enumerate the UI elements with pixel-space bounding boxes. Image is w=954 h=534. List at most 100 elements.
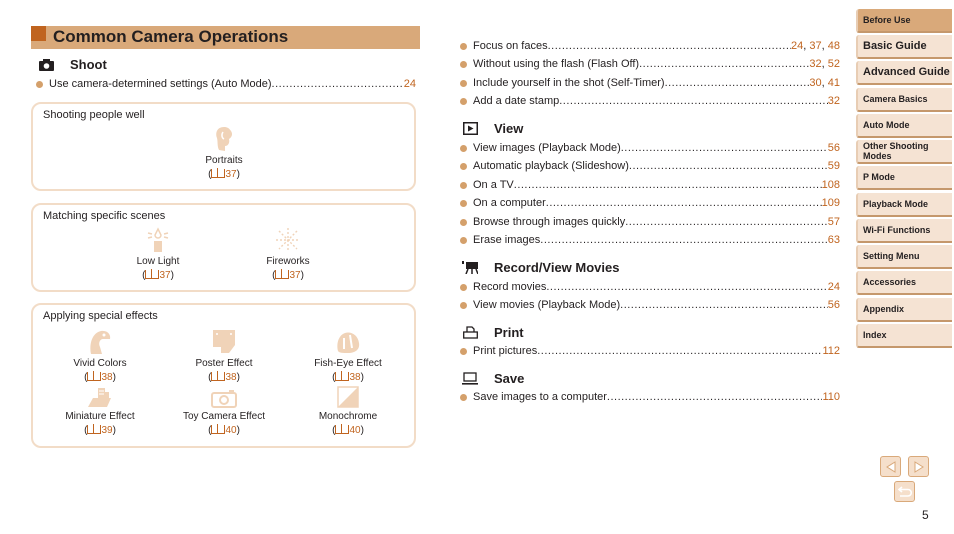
page-link[interactable]: 37: [809, 40, 821, 52]
section-title: Print: [494, 325, 524, 340]
mode-cell[interactable]: Low Light (37): [93, 225, 223, 281]
toc-item[interactable]: Focus on faces 24, 37, 48: [460, 40, 840, 52]
box-title: Matching specific scenes: [43, 210, 166, 222]
leader-dots: [639, 58, 809, 70]
sidebar-tab-advanced-guide[interactable]: Advanced Guide: [856, 61, 952, 85]
page-link[interactable]: 24: [404, 78, 416, 90]
toc-item[interactable]: On a computer 109: [460, 197, 840, 209]
page-ref[interactable]: (37): [159, 168, 289, 180]
sidebar-tab-basic-guide[interactable]: Basic Guide: [856, 35, 952, 59]
page-link[interactable]: 63: [828, 234, 840, 246]
bullet-icon: [460, 162, 467, 170]
toc-item[interactable]: View movies (Playback Mode) 56: [460, 299, 840, 311]
page-refs[interactable]: 110: [822, 391, 840, 403]
page-refs[interactable]: 56: [828, 142, 840, 154]
toc-item[interactable]: Browse through images quickly 57: [460, 216, 840, 228]
page-ref[interactable]: (40): [159, 424, 289, 436]
mode-cell[interactable]: Monochrome (40): [283, 386, 413, 436]
page-link[interactable]: 59: [828, 160, 840, 172]
page-refs[interactable]: 108: [822, 179, 840, 191]
page-refs[interactable]: 24, 37, 48: [791, 40, 840, 52]
sidebar-tab-other-shooting-modes[interactable]: Other Shooting Modes: [856, 140, 952, 164]
page-ref[interactable]: (38): [35, 371, 165, 383]
toc-item[interactable]: Use camera-determined settings (Auto Mod…: [36, 78, 416, 90]
page-ref[interactable]: (37): [93, 269, 223, 281]
bullet-icon: [460, 283, 467, 291]
page-refs[interactable]: 32: [828, 95, 840, 107]
page-refs[interactable]: 112: [822, 345, 840, 357]
page-link[interactable]: 32: [828, 95, 840, 107]
toc-item[interactable]: Include yourself in the shot (Self-Timer…: [460, 77, 840, 89]
leader-dots: [548, 40, 791, 52]
page-refs[interactable]: 109: [822, 197, 840, 209]
page-ref[interactable]: (38): [159, 371, 289, 383]
page-link[interactable]: 41: [828, 77, 840, 89]
toc-item[interactable]: View images (Playback Mode) 56: [460, 142, 840, 154]
page-link[interactable]: 56: [828, 299, 840, 311]
sidebar-tab-wi-fi-functions[interactable]: Wi-Fi Functions: [856, 219, 952, 243]
toc-item[interactable]: Automatic playback (Slideshow) 59: [460, 160, 840, 172]
sidebar-tab-p-mode[interactable]: P Mode: [856, 166, 952, 190]
sidebar-tab-index[interactable]: Index: [856, 324, 952, 348]
page-link[interactable]: 24: [828, 281, 840, 293]
page-refs[interactable]: 63: [828, 234, 840, 246]
page-refs[interactable]: 24: [828, 281, 840, 293]
toc-item[interactable]: Save images to a computer 110: [460, 391, 840, 403]
sidebar-tab-before-use[interactable]: Before Use: [856, 9, 952, 33]
mode-cell[interactable]: Toy Camera Effect (40): [159, 386, 289, 436]
page-refs[interactable]: 56: [828, 299, 840, 311]
movie-camera-icon: [462, 261, 478, 275]
page-link[interactable]: 57: [828, 216, 840, 228]
bullet-icon: [460, 97, 467, 105]
mode-cell[interactable]: Poster Effect (38): [159, 327, 289, 383]
toc-item[interactable]: On a TV 108: [460, 179, 840, 191]
sidebar-tab-playback-mode[interactable]: Playback Mode: [856, 193, 952, 217]
mode-label: Poster Effect: [195, 358, 253, 369]
toc-item[interactable]: Record movies 24: [460, 281, 840, 293]
page-link[interactable]: 56: [828, 142, 840, 154]
page-refs[interactable]: 59: [828, 160, 840, 172]
page-refs[interactable]: 30, 41: [809, 77, 840, 89]
mode-cell[interactable]: Vivid Colors (38): [35, 327, 165, 383]
page-refs[interactable]: 57: [828, 216, 840, 228]
return-button[interactable]: [894, 481, 915, 502]
mode-cell[interactable]: Fireworks (37): [223, 225, 353, 281]
sidebar-tab-appendix[interactable]: Appendix: [856, 298, 952, 322]
sidebar-tab-auto-mode[interactable]: Auto Mode: [856, 114, 952, 138]
item-label: Without using the flash (Flash Off): [473, 58, 640, 70]
title-marker: [31, 26, 46, 41]
prev-page-button[interactable]: [880, 456, 901, 477]
mode-cell[interactable]: Miniature Effect (39): [35, 386, 165, 436]
item-label: Save images to a computer: [473, 391, 607, 403]
toc-item[interactable]: Add a date stamp 32: [460, 95, 840, 107]
page-ref[interactable]: (40): [283, 424, 413, 436]
page-refs[interactable]: 24: [404, 78, 416, 90]
toc-item[interactable]: Print pictures 112: [460, 345, 840, 357]
item-label: Erase images: [473, 234, 541, 246]
sidebar-tab-setting-menu[interactable]: Setting Menu: [856, 245, 952, 269]
sidebar-tab-accessories[interactable]: Accessories: [856, 271, 952, 295]
page-ref[interactable]: (39): [35, 424, 165, 436]
page-ref[interactable]: (38): [283, 371, 413, 383]
page-link[interactable]: 110: [822, 391, 840, 403]
page-link[interactable]: 24: [791, 40, 803, 52]
page-link[interactable]: 108: [822, 179, 840, 191]
item-label: View movies (Playback Mode): [473, 299, 621, 311]
mode-cell[interactable]: Fish-Eye Effect (38): [283, 327, 413, 383]
mode-label: Portraits: [205, 155, 243, 166]
toc-item[interactable]: Erase images 63: [460, 234, 840, 246]
page-link[interactable]: 112: [822, 345, 840, 357]
next-page-button[interactable]: [908, 456, 929, 477]
sidebar-tab-camera-basics[interactable]: Camera Basics: [856, 88, 952, 112]
page-link[interactable]: 30: [809, 77, 821, 89]
toc-item[interactable]: Without using the flash (Flash Off) 32, 5…: [460, 58, 840, 70]
page-link[interactable]: 109: [822, 197, 840, 209]
page-link[interactable]: 32: [809, 58, 821, 70]
page-link[interactable]: 52: [828, 58, 840, 70]
page-refs[interactable]: 32, 52: [809, 58, 840, 70]
mode-cell[interactable]: Portraits (37): [159, 124, 289, 180]
page-link[interactable]: 48: [828, 40, 840, 52]
return-icon: [897, 485, 912, 497]
page-ref[interactable]: (37): [223, 269, 353, 281]
mode-label: Miniature Effect: [65, 411, 135, 422]
